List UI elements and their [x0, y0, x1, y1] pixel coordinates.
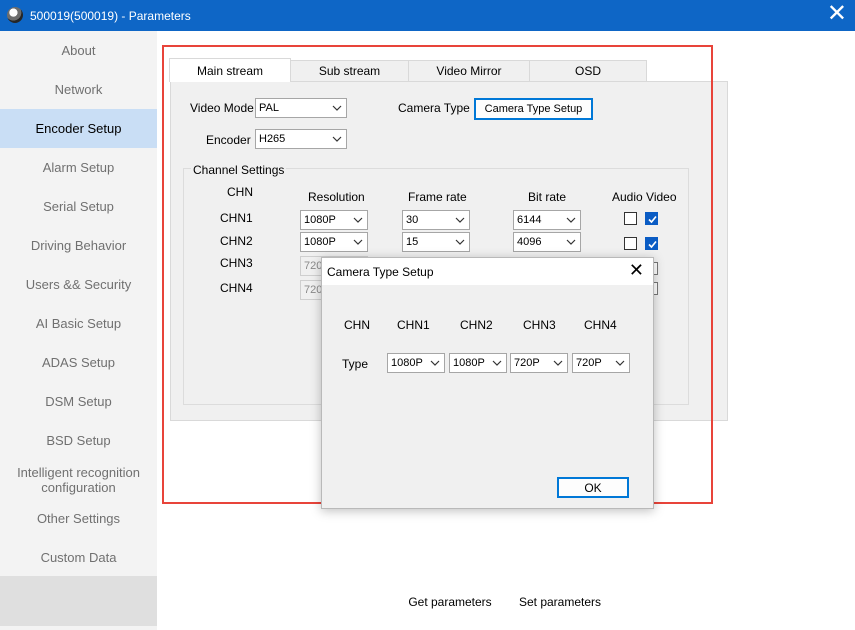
chn2-bit-rate-value: 4096: [517, 236, 542, 248]
video-mode-select[interactable]: PAL: [255, 98, 347, 118]
checkmark-icon: [648, 215, 657, 224]
chevron-down-icon: [566, 217, 576, 223]
dialog-chn4-type-select[interactable]: 720P: [572, 353, 630, 373]
dialog-chn2-type-select[interactable]: 1080P: [449, 353, 507, 373]
chn1-frame-rate-select[interactable]: 30: [402, 210, 470, 230]
dialog-header-chn3: CHN3: [523, 318, 556, 332]
dialog-title: Camera Type Setup: [327, 265, 434, 279]
video-mode-value: PAL: [259, 102, 279, 114]
sidebar-item-custom-data[interactable]: Custom Data: [0, 538, 157, 577]
dialog-chn4-type-value: 720P: [576, 357, 602, 369]
chn4-resolution-value: 720: [304, 284, 323, 296]
encoder-value: H265: [259, 133, 286, 145]
chn1-resolution-value: 1080P: [304, 214, 336, 226]
sidebar-item-serial-setup[interactable]: Serial Setup: [0, 187, 157, 226]
chn3-label: CHN3: [220, 256, 253, 270]
chevron-down-icon: [553, 360, 563, 366]
encoder-label: Encoder: [206, 133, 251, 147]
chevron-down-icon: [353, 217, 363, 223]
dialog-type-label: Type: [342, 357, 369, 371]
camera-type-label: Camera Type: [398, 101, 470, 115]
chn2-label: CHN2: [220, 234, 253, 248]
dialog-chn3-type-value: 720P: [514, 357, 540, 369]
chn1-resolution-select[interactable]: 1080P: [300, 210, 368, 230]
chevron-down-icon: [492, 360, 502, 366]
chn1-audio-checkbox[interactable]: [624, 212, 637, 225]
chevron-down-icon: [566, 239, 576, 245]
chevron-down-icon: [332, 105, 342, 111]
sidebar-item-adas-setup[interactable]: ADAS Setup: [0, 343, 157, 382]
dialog-title-bar: Camera Type Setup ✕: [322, 258, 653, 285]
header-audio-video: Audio Video: [612, 190, 677, 204]
sidebar: About Network Encoder Setup Alarm Setup …: [0, 31, 157, 630]
chn2-video-checkbox[interactable]: [645, 237, 658, 250]
encoder-select[interactable]: H265: [255, 129, 347, 149]
chn1-frame-rate-value: 30: [406, 214, 419, 226]
chevron-down-icon: [332, 136, 342, 142]
camera-type-setup-dialog: Camera Type Setup ✕ CHN CHN1 CHN2 CHN3 C…: [321, 257, 654, 509]
title-bar: 500019(500019) - Parameters ✕: [0, 0, 855, 31]
sidebar-item-about[interactable]: About: [0, 31, 157, 70]
close-icon[interactable]: ✕: [827, 2, 847, 26]
dialog-header-chn: CHN: [344, 318, 370, 332]
chn1-label: CHN1: [220, 211, 253, 225]
dialog-header-chn2: CHN2: [460, 318, 493, 332]
chn2-audio-checkbox[interactable]: [624, 237, 637, 250]
sidebar-footer: [0, 576, 157, 626]
chn1-video-checkbox[interactable]: [645, 212, 658, 225]
app-icon: [7, 7, 23, 23]
chn1-bit-rate-value: 6144: [517, 214, 542, 226]
header-chn: CHN: [227, 185, 253, 199]
chn2-resolution-select[interactable]: 1080P: [300, 232, 368, 252]
sidebar-item-encoder-setup[interactable]: Encoder Setup: [0, 109, 157, 148]
sidebar-item-driving-behavior[interactable]: Driving Behavior: [0, 226, 157, 265]
chevron-down-icon: [455, 239, 465, 245]
chevron-down-icon: [430, 360, 440, 366]
sidebar-item-bsd-setup[interactable]: BSD Setup: [0, 421, 157, 460]
tab-main-stream[interactable]: Main stream: [169, 58, 291, 82]
chn2-frame-rate-select[interactable]: 15: [402, 232, 470, 252]
chn2-frame-rate-value: 15: [406, 236, 419, 248]
sidebar-item-network[interactable]: Network: [0, 70, 157, 109]
checkmark-icon: [648, 240, 657, 249]
sidebar-item-alarm-setup[interactable]: Alarm Setup: [0, 148, 157, 187]
chn3-resolution-value: 720: [304, 260, 323, 272]
chn2-bit-rate-select[interactable]: 4096: [513, 232, 581, 252]
dialog-header-chn4: CHN4: [584, 318, 617, 332]
tab-video-mirror[interactable]: Video Mirror: [408, 60, 530, 81]
header-bit-rate: Bit rate: [528, 190, 567, 204]
tab-sub-stream[interactable]: Sub stream: [290, 60, 409, 81]
header-resolution: Resolution: [308, 190, 365, 204]
channel-settings-title: Channel Settings: [191, 163, 287, 177]
chn2-resolution-value: 1080P: [304, 236, 336, 248]
chn1-bit-rate-select[interactable]: 6144: [513, 210, 581, 230]
chevron-down-icon: [455, 217, 465, 223]
chevron-down-icon: [615, 360, 625, 366]
dialog-header-chn1: CHN1: [397, 318, 430, 332]
window-title: 500019(500019) - Parameters: [30, 9, 191, 23]
dialog-close-icon[interactable]: ✕: [629, 261, 644, 279]
dialog-chn2-type-value: 1080P: [453, 357, 485, 369]
camera-type-setup-button[interactable]: Camera Type Setup: [474, 98, 593, 120]
dialog-chn1-type-select[interactable]: 1080P: [387, 353, 445, 373]
sidebar-item-ai-basic-setup[interactable]: AI Basic Setup: [0, 304, 157, 343]
sidebar-item-intelligent-recognition[interactable]: Intelligent recognition configuration: [0, 460, 157, 500]
dialog-chn1-type-value: 1080P: [391, 357, 423, 369]
sidebar-item-dsm-setup[interactable]: DSM Setup: [0, 382, 157, 421]
dialog-chn3-type-select[interactable]: 720P: [510, 353, 568, 373]
sidebar-item-users-security[interactable]: Users && Security: [0, 265, 157, 304]
sidebar-item-other-settings[interactable]: Other Settings: [0, 499, 157, 538]
chevron-down-icon: [353, 239, 363, 245]
dialog-ok-button[interactable]: OK: [557, 477, 629, 498]
header-frame-rate: Frame rate: [408, 190, 467, 204]
get-parameters-button[interactable]: Get parameters: [407, 592, 493, 612]
chn4-label: CHN4: [220, 281, 253, 295]
set-parameters-button[interactable]: Set parameters: [517, 592, 603, 612]
video-mode-label: Video Mode: [190, 101, 254, 115]
tab-osd[interactable]: OSD: [529, 60, 647, 81]
